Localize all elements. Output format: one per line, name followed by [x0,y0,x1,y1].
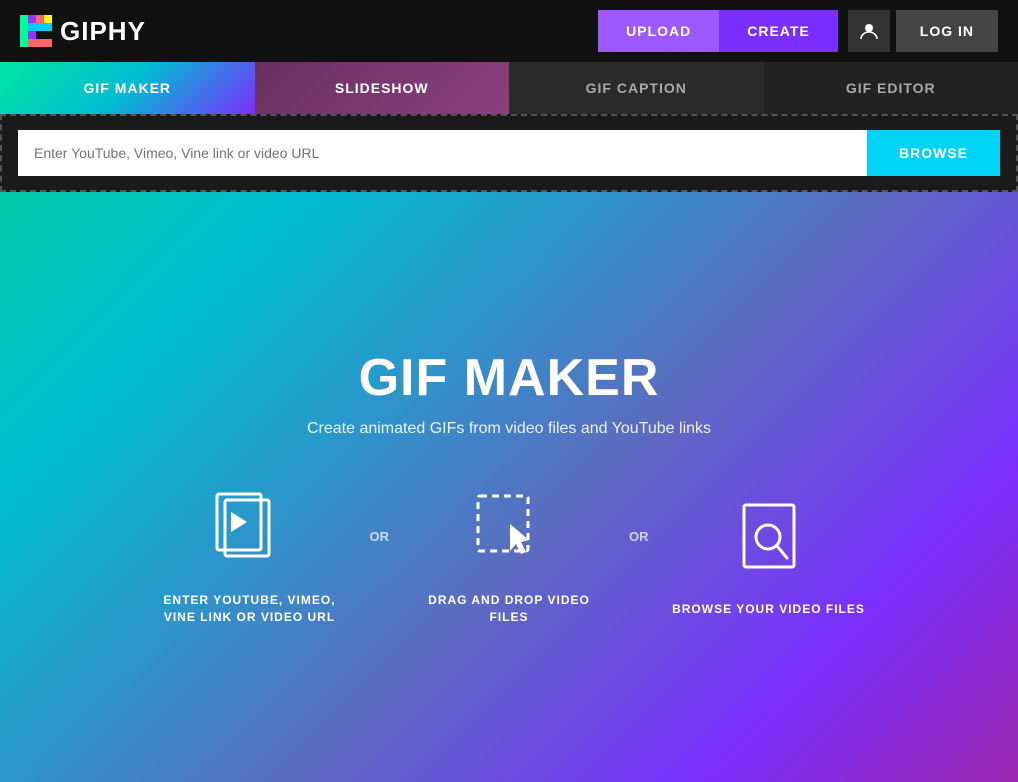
main-content: GIF MAKER Create animated GIFs from vide… [0,192,1018,782]
icon-item-browse: BROWSE YOUR VIDEO FILES [669,495,869,618]
upload-button[interactable]: UPLOAD [598,10,719,52]
tab-gif-editor[interactable]: GIF EDITOR [764,62,1018,114]
browse-files-icon [724,495,814,585]
create-button[interactable]: CREATE [719,10,838,52]
logo-area: GIPHY [20,15,146,47]
icons-row: ENTER YOUTUBE, VIMEO, VINE LINK OR VIDEO… [150,486,869,626]
main-title: GIF MAKER [359,348,660,408]
upload-area: BROWSE [0,114,1018,192]
tab-gif-maker[interactable]: GIF MAKER [0,62,255,114]
or-label-2: OR [629,529,649,584]
drag-drop-icon [464,486,554,576]
user-icon-button[interactable] [848,10,890,52]
icon-url-label: ENTER YOUTUBE, VIMEO, VINE LINK OR VIDEO… [150,592,350,626]
icon-dragdrop-label: DRAG AND DROP VIDEO FILES [409,592,609,626]
logo-text: GIPHY [60,16,146,47]
login-button[interactable]: LOG IN [896,10,998,52]
tab-gif-caption[interactable]: GIF CAPTION [509,62,764,114]
tab-slideshow[interactable]: SLIDESHOW [255,62,510,114]
logo-icon [20,15,52,47]
tabs-bar: GIF MAKER SLIDESHOW GIF CAPTION GIF EDIT… [0,62,1018,114]
video-link-icon [205,486,295,576]
icon-item-url: ENTER YOUTUBE, VIMEO, VINE LINK OR VIDEO… [150,486,350,626]
icon-browse-label: BROWSE YOUR VIDEO FILES [672,601,865,618]
url-input[interactable] [18,130,867,176]
icon-item-dragdrop: DRAG AND DROP VIDEO FILES [409,486,609,626]
or-label-1: OR [370,529,390,584]
user-icon [860,22,878,40]
main-subtitle: Create animated GIFs from video files an… [307,420,711,438]
header-actions: UPLOAD CREATE LOG IN [598,10,998,52]
url-row: BROWSE [18,130,1000,176]
header: GIPHY UPLOAD CREATE LOG IN [0,0,1018,62]
browse-button[interactable]: BROWSE [867,130,1000,176]
